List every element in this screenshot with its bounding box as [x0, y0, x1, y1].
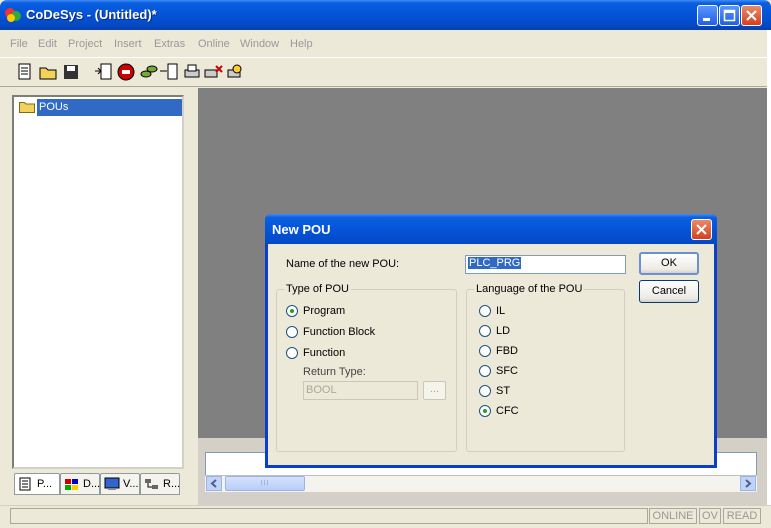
chevron-right-icon: [745, 479, 752, 488]
scroll-left-button[interactable]: [206, 476, 222, 491]
search-icon: [227, 64, 242, 78]
menu-file[interactable]: File: [10, 38, 28, 50]
tree-item-label: POUs: [39, 101, 69, 113]
pou-name-value: PLC_PRG: [468, 257, 522, 269]
tab-label: V...: [123, 478, 139, 490]
tool-button-3[interactable]: [138, 61, 160, 83]
pou-tree[interactable]: [12, 95, 184, 469]
menu-extras[interactable]: Extras: [154, 38, 185, 50]
radio-sfc[interactable]: [479, 365, 491, 377]
tab-label: D...: [83, 478, 101, 490]
radio-cfc[interactable]: [479, 405, 491, 417]
dialog-title-bar[interactable]: [265, 214, 717, 244]
radio-fbd[interactable]: [479, 345, 491, 357]
menu-online[interactable]: Online: [198, 38, 230, 50]
menu-window[interactable]: Window: [240, 38, 279, 50]
scroll-right-button[interactable]: [740, 476, 756, 491]
radio-ld[interactable]: [479, 325, 491, 337]
stop-icon: [117, 63, 135, 81]
tab-pous[interactable]: P...: [14, 473, 60, 495]
status-online: ONLINE: [649, 508, 697, 524]
maximize-icon: [723, 9, 736, 22]
minimize-icon: [703, 18, 710, 21]
close-icon: [696, 224, 707, 235]
pou-name-label: Name of the new POU:: [286, 258, 400, 270]
dialog-close-button[interactable]: [691, 219, 712, 240]
return-type-input: BOOL: [303, 381, 418, 400]
close-button[interactable]: [741, 5, 762, 26]
status-ov: OV: [699, 508, 721, 524]
save-icon: [64, 65, 78, 79]
compare-icon: [204, 65, 223, 78]
tab-data-types[interactable]: D...: [60, 473, 100, 495]
status-read: READ: [723, 508, 761, 524]
minimize-button[interactable]: [697, 5, 718, 26]
ok-button[interactable]: OK: [639, 252, 699, 275]
tab-label: P...: [37, 478, 53, 490]
window-edge: [767, 30, 771, 527]
radio-il-label: IL: [496, 305, 506, 317]
tab-visualizations[interactable]: V...: [100, 473, 140, 495]
dialog-title: New POU: [272, 222, 331, 237]
scroll-thumb[interactable]: III: [225, 476, 305, 491]
tool-button-5[interactable]: [181, 61, 203, 83]
codesys-app-icon: [5, 8, 21, 22]
printer-icon: [184, 64, 200, 78]
new-file-icon: [18, 63, 31, 80]
menu-project[interactable]: Project: [68, 38, 102, 50]
close-icon: [746, 10, 757, 21]
menu-edit[interactable]: Edit: [38, 38, 57, 50]
browse-button: ...: [423, 381, 446, 400]
stop-button[interactable]: [115, 61, 137, 83]
save-button[interactable]: [60, 61, 82, 83]
tool-button-6[interactable]: [202, 61, 224, 83]
menu-help[interactable]: Help: [290, 38, 313, 50]
radio-program-label: Program: [303, 305, 346, 317]
tab-resources[interactable]: R...: [140, 473, 180, 495]
language-label: Language of the POU: [474, 283, 585, 295]
link-icon: [140, 65, 158, 78]
arrow-list-icon: [160, 63, 178, 80]
radio-il[interactable]: [479, 305, 491, 317]
radio-function-label: Function: [303, 347, 346, 359]
status-message: [10, 508, 648, 524]
radio-function-block-label: Function Block: [303, 326, 376, 338]
new-file-button[interactable]: [14, 61, 36, 83]
chevron-left-icon: [210, 479, 217, 488]
radio-function[interactable]: [286, 347, 298, 359]
cancel-button[interactable]: Cancel: [639, 280, 699, 303]
scroll-grip: III: [260, 480, 270, 487]
radio-ld-label: LD: [496, 325, 511, 337]
data-types-icon: [65, 479, 78, 490]
tool-button-1[interactable]: [92, 61, 114, 83]
open-folder-icon: [39, 67, 57, 80]
radio-program[interactable]: [286, 305, 298, 317]
pou-name-input[interactable]: PLC_PRG: [465, 255, 626, 274]
menu-insert[interactable]: Insert: [114, 38, 142, 50]
radio-st-label: ST: [496, 385, 511, 397]
return-type-label: Return Type:: [303, 366, 366, 378]
resources-icon: [145, 479, 158, 489]
tool-button-4[interactable]: [158, 61, 180, 83]
radio-sfc-label: SFC: [496, 365, 518, 377]
radio-function-block[interactable]: [286, 326, 298, 338]
document-icon: [19, 477, 31, 491]
maximize-button[interactable]: [719, 5, 740, 26]
arrow-doc-icon: [95, 63, 112, 80]
open-file-button[interactable]: [37, 61, 59, 83]
folder-icon: [19, 102, 35, 113]
monitor-icon: [104, 477, 120, 490]
tool-button-7[interactable]: [224, 61, 246, 83]
window-title: CoDeSys - (Untitled)*: [26, 7, 157, 22]
radio-fbd-label: FBD: [496, 345, 518, 357]
tab-label: R...: [163, 478, 181, 490]
radio-st[interactable]: [479, 385, 491, 397]
radio-cfc-label: CFC: [496, 405, 519, 417]
type-of-pou-label: Type of POU: [284, 283, 351, 295]
